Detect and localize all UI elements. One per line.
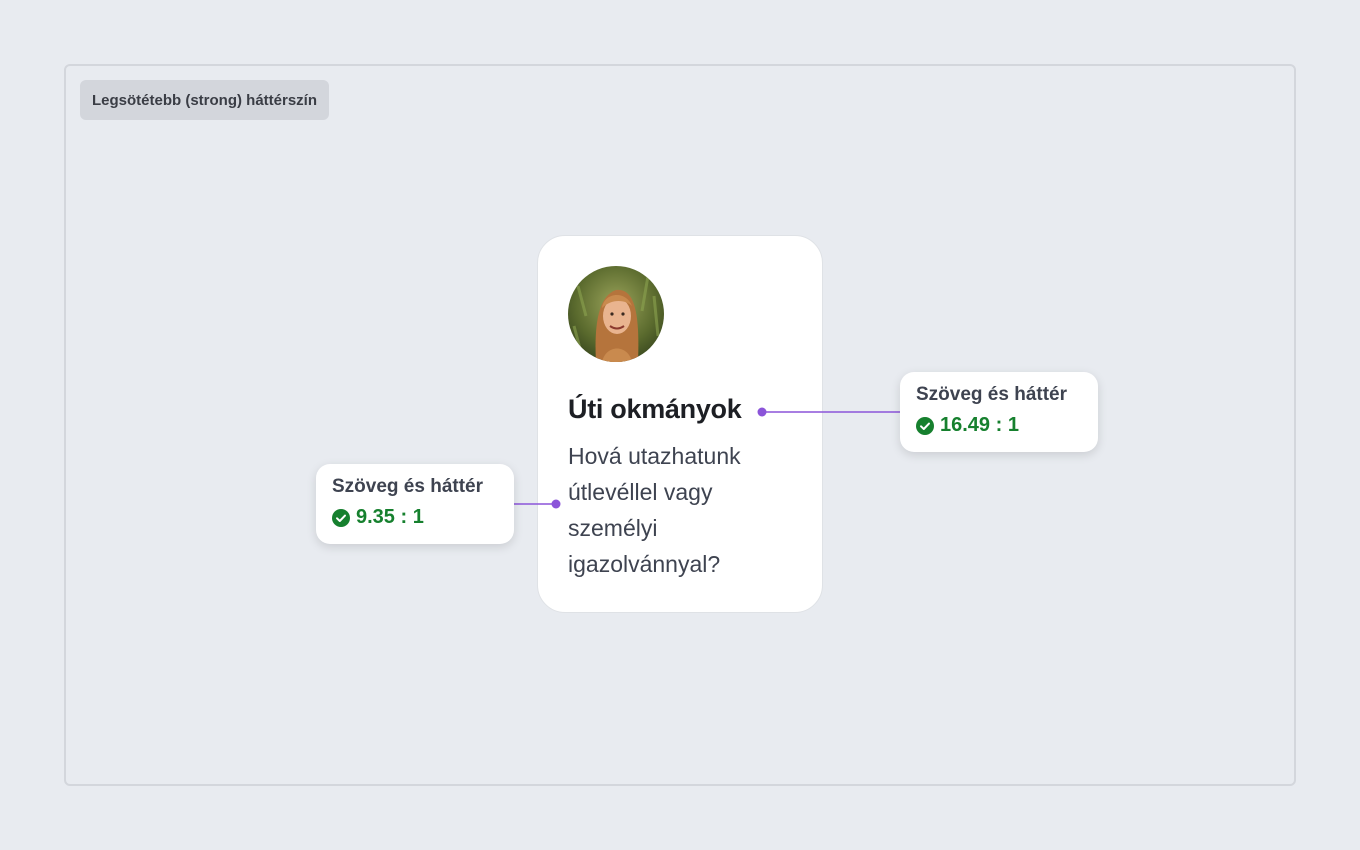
check-circle-icon xyxy=(332,508,350,527)
contrast-ratio: 9.35 : 1 xyxy=(332,506,498,529)
contrast-callout-body: Szöveg és háttér 9.35 : 1 xyxy=(316,464,514,544)
avatar-image xyxy=(568,266,664,362)
callout-title: Szöveg és háttér xyxy=(916,384,1067,405)
card-title: Úti okmányok xyxy=(568,394,742,424)
contrast-callout-title: Szöveg és háttér 16.49 : 1 xyxy=(900,372,1098,452)
card-body-text: Hová utazhatunk útlevéllel vagy személyi… xyxy=(568,443,741,577)
contrast-ratio-value: 16.49 : 1 xyxy=(940,414,1019,436)
content-card: Úti okmányok Hová utazhatunk útlevéllel … xyxy=(537,235,823,613)
contrast-ratio: 16.49 : 1 xyxy=(916,414,1082,437)
frame-label: Legsötétebb (strong) háttérszín xyxy=(80,80,330,120)
contrast-ratio-value: 9.35 : 1 xyxy=(356,506,424,528)
check-circle-icon xyxy=(916,416,934,435)
avatar xyxy=(568,266,664,362)
callout-title: Szöveg és háttér xyxy=(332,476,483,497)
